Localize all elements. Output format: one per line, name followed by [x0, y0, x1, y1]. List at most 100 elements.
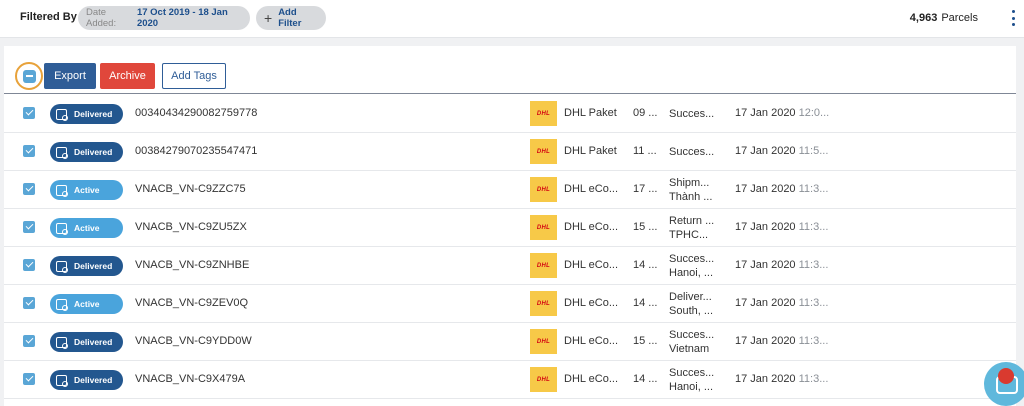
checkpoint-line-1: Succes... [669, 108, 715, 120]
date-added-time: 11:3... [798, 297, 829, 309]
status-badge-label: Delivered [74, 147, 113, 157]
status-badge-label: Active [74, 223, 100, 233]
last-checkpoint: Succes... [669, 107, 729, 121]
date-added-date: 17 Jan 2020 [735, 373, 796, 385]
date-added-time: 11:3... [798, 335, 829, 347]
select-all-checkbox[interactable] [15, 62, 43, 90]
parcel-status-icon [56, 146, 68, 159]
date-chip-value: 17 Oct 2019 - 18 Jan 2020 [136, 7, 228, 29]
date-added-time: 12:0... [798, 107, 830, 119]
status-badge: Delivered [50, 256, 123, 276]
courier-name: DHL eCo... [564, 221, 619, 233]
status-badge: Active [50, 180, 123, 200]
filter-bar: Filtered By Date Added: 17 Oct 2019 - 18… [0, 0, 1024, 38]
parcel-status-icon [56, 260, 68, 273]
checkpoint-line-2: South, ... [669, 305, 714, 317]
parcel-status-icon [56, 108, 68, 121]
tracking-number[interactable]: VNACB_VN-C9X479A [135, 373, 245, 385]
table-row[interactable]: Active VNACB_VN-C9ZU5ZX DHL DHL eCo... 1… [4, 209, 1016, 247]
row-checkbox[interactable] [23, 107, 35, 119]
date-added: 17 Jan 2020 11:5... [735, 145, 828, 157]
checkpoint-line-2: Hanoi, ... [669, 381, 714, 393]
row-checkbox[interactable] [23, 373, 35, 385]
status-badge: Delivered [50, 370, 123, 390]
courier-name: DHL eCo... [564, 335, 619, 347]
date-added-date: 17 Jan 2020 [735, 297, 796, 309]
checkpoint-line-2: Vietnam [669, 343, 710, 355]
parcel-count-unit: Parcels [941, 12, 978, 24]
tracking-number[interactable]: VNACB_VN-C9ZU5ZX [135, 221, 247, 233]
last-checkpoint: Succes... [669, 145, 729, 159]
checkpoint-line-1: Succes... [669, 367, 715, 379]
status-badge-label: Delivered [74, 109, 113, 119]
table-row[interactable]: Delivered VNACB_VN-C9ZNHBE DHL DHL eCo..… [4, 247, 1016, 285]
last-checkpoint: Succes... Hanoi, ... [669, 252, 729, 280]
transit-info: 09 ... [633, 107, 658, 119]
date-added-time: 11:3... [798, 373, 829, 385]
tracking-number[interactable]: VNACB_VN-C9YDD0W [135, 335, 252, 347]
status-badge-label: Delivered [74, 337, 113, 347]
add-filter-label: Add Filter [278, 7, 302, 29]
row-checkbox[interactable] [23, 221, 35, 233]
tracking-number[interactable]: VNACB_VN-C9ZNHBE [135, 259, 249, 271]
parcel-count-value: 4,963 [909, 12, 938, 24]
date-added-date: 17 Jan 2020 [735, 221, 796, 233]
transit-info: 14 ... [633, 297, 658, 309]
transit-info: 17 ... [633, 183, 658, 195]
checkpoint-line-1: Succes... [669, 329, 715, 341]
date-added-time: 11:5... [798, 145, 829, 157]
parcel-count: 4,963 Parcels [910, 12, 978, 24]
courier-logo: DHL [530, 329, 557, 354]
checkpoint-line-2: Thành ... [669, 191, 713, 203]
table-row[interactable]: Active VNACB_VN-C9ZEV0Q DHL DHL eCo... 1… [4, 285, 1016, 323]
date-added: 17 Jan 2020 11:3... [735, 221, 828, 233]
tracking-number[interactable]: VNACB_VN-C9ZEV0Q [135, 297, 248, 309]
row-checkbox[interactable] [23, 183, 35, 195]
status-badge-label: Delivered [74, 261, 113, 271]
last-checkpoint: Shipm... Thành ... [669, 176, 729, 204]
checkpoint-line-1: Deliver... [669, 291, 712, 303]
courier-logo-text: DHL [536, 110, 551, 117]
table-row[interactable]: Delivered 00340434290082759778 DHL DHL P… [4, 95, 1016, 133]
courier-logo: DHL [530, 367, 557, 392]
courier-logo-text: DHL [536, 376, 551, 383]
courier-logo: DHL [530, 139, 557, 164]
date-added-filter-chip[interactable]: Date Added: 17 Oct 2019 - 18 Jan 2020 [78, 6, 250, 30]
courier-logo-text: DHL [536, 186, 551, 193]
table-row[interactable]: Active VNACB_VN-C9ZZC75 DHL DHL eCo... 1… [4, 171, 1016, 209]
add-filter-button[interactable]: + Add Filter [256, 6, 326, 30]
add-tags-button[interactable]: Add Tags [162, 63, 226, 89]
bulk-action-toolbar: Export Archive Add Tags [4, 46, 1016, 94]
courier-name: DHL eCo... [564, 259, 619, 271]
parcel-status-icon [56, 222, 68, 235]
status-badge: Delivered [50, 142, 123, 162]
courier-logo: DHL [530, 291, 557, 316]
date-added: 17 Jan 2020 11:3... [735, 335, 828, 347]
transit-info: 15 ... [633, 221, 658, 233]
table-row[interactable]: Delivered 00384279070235547471 DHL DHL P… [4, 133, 1016, 171]
archive-button[interactable]: Archive [100, 63, 155, 89]
export-button[interactable]: Export [44, 63, 96, 89]
table-row[interactable]: Delivered VNACB_VN-C9YDD0W DHL DHL eCo..… [4, 323, 1016, 361]
courier-logo-text: DHL [536, 300, 551, 307]
date-added-time: 11:3... [798, 183, 829, 195]
courier-name: DHL Paket [564, 145, 617, 157]
filtered-by-label: Filtered By [20, 11, 77, 23]
parcel-status-icon [56, 184, 68, 197]
status-badge-label: Delivered [74, 375, 113, 385]
date-added-date: 17 Jan 2020 [735, 145, 796, 157]
transit-info: 14 ... [633, 259, 658, 271]
row-checkbox[interactable] [23, 335, 35, 347]
status-badge: Delivered [50, 104, 123, 124]
more-options-icon[interactable] [1010, 10, 1016, 26]
row-checkbox[interactable] [23, 145, 35, 157]
courier-name: DHL eCo... [564, 183, 619, 195]
table-row[interactable]: Delivered VNACB_VN-C9X479A DHL DHL eCo..… [4, 361, 1016, 399]
row-checkbox[interactable] [23, 297, 35, 309]
status-badge: Active [50, 218, 123, 238]
courier-logo: DHL [530, 215, 557, 240]
row-checkbox[interactable] [23, 259, 35, 271]
tracking-number[interactable]: VNACB_VN-C9ZZC75 [135, 183, 246, 195]
tracking-number[interactable]: 00340434290082759778 [135, 107, 257, 119]
tracking-number[interactable]: 00384279070235547471 [135, 145, 257, 157]
